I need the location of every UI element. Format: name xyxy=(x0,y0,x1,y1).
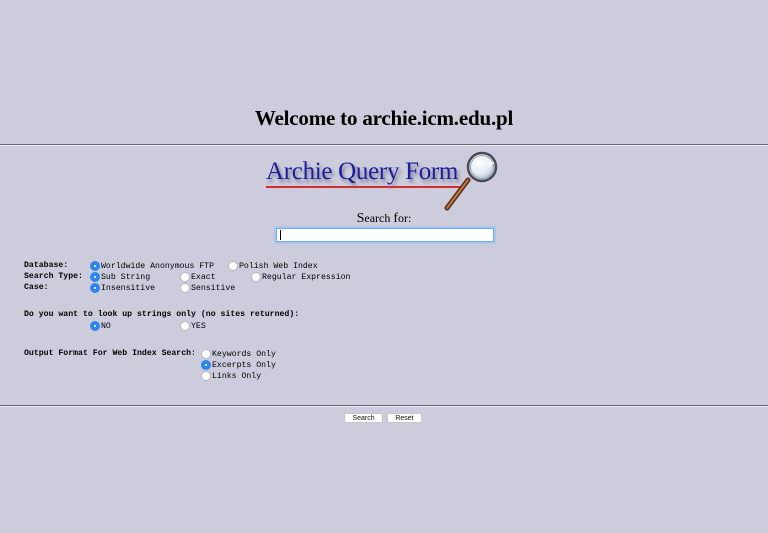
archie-query-form-logo: Archie Query Form xyxy=(262,150,512,212)
radio-selected[interactable] xyxy=(90,321,100,331)
radio-unselected[interactable] xyxy=(201,371,211,381)
logo-title: Archie Query Form xyxy=(266,158,459,185)
logo-underline xyxy=(266,186,462,188)
radio-selected[interactable] xyxy=(201,360,211,370)
search-button[interactable]: Search xyxy=(344,413,383,423)
output-format-option-excerpts-only[interactable]: Excerpts Only xyxy=(201,360,276,370)
radio-selected[interactable] xyxy=(90,283,100,293)
search-for-label: Search for: xyxy=(356,211,412,226)
strings-only-option-no[interactable]: NO xyxy=(90,321,111,331)
output-format-option-links-only[interactable]: Links Only xyxy=(201,371,261,381)
output-format-label: Output Format For Web Index Search: xyxy=(24,349,196,358)
search-type-label: Search Type: xyxy=(24,272,83,281)
radio-unselected[interactable] xyxy=(228,261,238,271)
reset-button[interactable]: Reset xyxy=(387,413,422,423)
search-type-option-exact[interactable]: Exact xyxy=(180,272,216,282)
magnifying-glass-icon xyxy=(444,151,498,211)
database-option-worldwide-ftp[interactable]: Worldwide Anonymous FTP xyxy=(90,261,214,271)
radio-unselected[interactable] xyxy=(180,272,190,282)
case-label: Case: xyxy=(24,283,49,292)
welcome-heading: Welcome to archie.icm.edu.pl xyxy=(254,106,514,130)
radio-unselected[interactable] xyxy=(251,272,261,282)
radio-unselected[interactable] xyxy=(201,349,211,359)
top-divider xyxy=(0,144,768,146)
case-option-insensitive[interactable]: Insensitive xyxy=(90,283,155,293)
bottom-divider xyxy=(0,405,768,407)
radio-selected[interactable] xyxy=(90,261,100,271)
output-format-option-keywords-only[interactable]: Keywords Only xyxy=(201,349,276,359)
search-input[interactable] xyxy=(276,228,494,242)
radio-selected[interactable] xyxy=(90,272,100,282)
search-type-option-sub-string[interactable]: Sub String xyxy=(90,272,150,282)
radio-unselected[interactable] xyxy=(180,321,190,331)
strings-only-option-yes[interactable]: YES xyxy=(180,321,206,331)
case-option-sensitive[interactable]: Sensitive xyxy=(180,283,235,293)
database-option-polish-web-index[interactable]: Polish Web Index xyxy=(228,261,318,271)
search-type-option-regular-expression[interactable]: Regular Expression xyxy=(251,272,350,282)
strings-only-label: Do you want to look up strings only (no … xyxy=(24,310,300,319)
database-label: Database: xyxy=(24,261,69,270)
text-caret xyxy=(280,230,281,240)
radio-unselected[interactable] xyxy=(180,283,190,293)
